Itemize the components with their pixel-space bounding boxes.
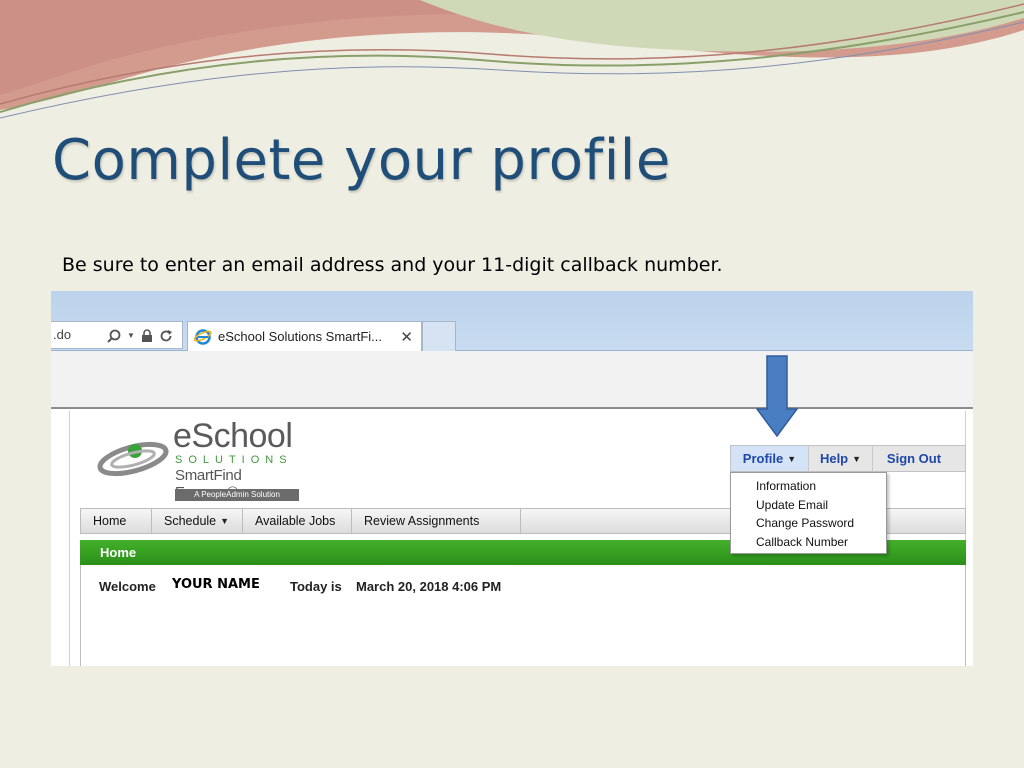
nav-available-jobs-label: Available Jobs bbox=[255, 514, 336, 528]
logo-name: eSchool bbox=[173, 417, 293, 455]
sign-out-label: Sign Out bbox=[886, 451, 942, 466]
browser-screenshot: .do ▼ eSchool Solutions SmartFi... ✕ eSc… bbox=[51, 291, 973, 666]
nav-schedule[interactable]: Schedule ▼ bbox=[152, 509, 243, 533]
browser-tab-eschool[interactable]: eSchool Solutions SmartFi... ✕ bbox=[187, 321, 422, 351]
address-text: .do bbox=[53, 327, 72, 342]
lock-icon bbox=[141, 329, 152, 342]
tab-title: eSchool Solutions SmartFi... bbox=[218, 329, 383, 344]
browser-toolbar bbox=[51, 351, 973, 409]
welcome-label: Welcome bbox=[99, 579, 156, 594]
help-menu-button[interactable]: Help ▼ bbox=[809, 446, 873, 471]
address-bar[interactable]: .do ▼ bbox=[51, 321, 183, 349]
down-arrow-icon bbox=[756, 355, 798, 437]
nav-schedule-label: Schedule bbox=[164, 514, 217, 528]
eschool-logo[interactable]: eSchool SOLUTIONS SmartFind Express® A P… bbox=[97, 417, 307, 501]
current-datetime: March 20, 2018 4:06 PM bbox=[356, 579, 502, 594]
logo-badge: A PeopleAdmin Solution bbox=[175, 489, 299, 501]
nav-review-assignments-label: Review Assignments bbox=[364, 514, 480, 528]
new-tab-button[interactable] bbox=[422, 321, 456, 351]
logo-subtitle: SOLUTIONS bbox=[175, 454, 293, 466]
menu-item-information[interactable]: Information bbox=[731, 477, 886, 496]
browser-tab-bar: .do ▼ eSchool Solutions SmartFi... ✕ bbox=[51, 291, 973, 351]
search-icon[interactable] bbox=[107, 329, 121, 343]
refresh-icon[interactable] bbox=[159, 329, 173, 343]
chevron-down-icon: ▼ bbox=[787, 453, 797, 464]
close-icon[interactable]: ✕ bbox=[400, 328, 413, 346]
menu-item-callback-number[interactable]: Callback Number bbox=[731, 533, 886, 552]
sign-out-button[interactable]: Sign Out bbox=[873, 446, 955, 471]
profile-menu-button[interactable]: Profile ▼ bbox=[731, 446, 809, 471]
chevron-down-icon: ▼ bbox=[220, 516, 230, 526]
ie-icon bbox=[194, 328, 212, 345]
web-page: eSchool SOLUTIONS SmartFind Express® A P… bbox=[51, 411, 973, 666]
page-divider bbox=[69, 411, 70, 666]
profile-dropdown-menu: Information Update Email Change Password… bbox=[730, 472, 887, 554]
user-name: YOUR NAME bbox=[172, 577, 260, 592]
help-label: Help bbox=[819, 451, 849, 466]
nav-home[interactable]: Home bbox=[81, 509, 152, 533]
profile-label: Profile bbox=[742, 451, 784, 466]
nav-home-label: Home bbox=[93, 514, 127, 528]
menu-item-update-email[interactable]: Update Email bbox=[731, 496, 886, 515]
eschool-swoosh-icon bbox=[97, 441, 169, 477]
chevron-down-icon: ▼ bbox=[852, 453, 862, 464]
today-label: Today is bbox=[290, 579, 342, 594]
menu-item-change-password[interactable]: Change Password bbox=[731, 514, 886, 533]
nav-review-assignments[interactable]: Review Assignments bbox=[352, 509, 521, 533]
slide-subtitle: Be sure to enter an email address and yo… bbox=[62, 254, 723, 276]
top-nav: Profile ▼ Help ▼ Sign Out bbox=[730, 445, 966, 472]
slide-title: Complete your profile bbox=[52, 128, 671, 193]
nav-available-jobs[interactable]: Available Jobs bbox=[243, 509, 352, 533]
chevron-down-icon[interactable]: ▼ bbox=[127, 323, 135, 349]
